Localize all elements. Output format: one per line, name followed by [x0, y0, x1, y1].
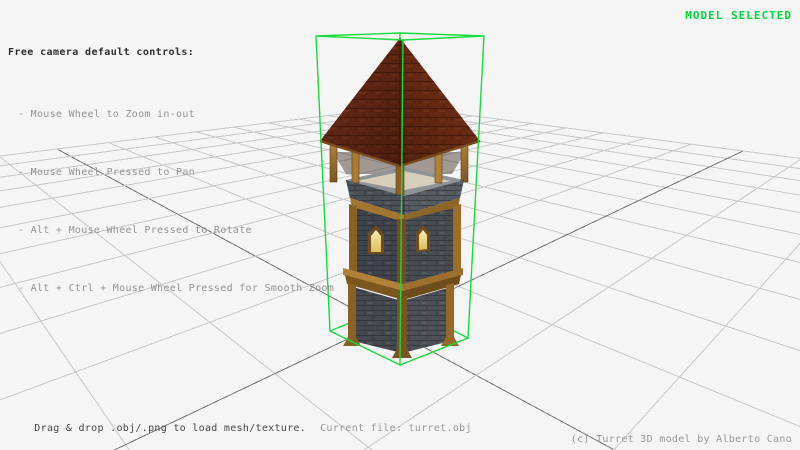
current-file-label: Current file: turret.obj	[320, 423, 472, 434]
footer-hint: Drag & drop .obj/.png to load mesh/textu…	[9, 412, 472, 445]
control-item-rotate: - Alt + Mouse Wheel Pressed to Rotate	[8, 221, 334, 241]
roof	[320, 38, 480, 166]
controls-title: Free camera default controls:	[8, 47, 334, 58]
camera-controls-help: Free camera default controls: - Mouse Wh…	[8, 9, 334, 337]
viewport-3d[interactable]: Free camera default controls: - Mouse Wh…	[0, 0, 800, 450]
status-badge: MODEL SELECTED	[685, 9, 792, 22]
control-item-smooth-zoom: - Alt + Ctrl + Mouse Wheel Pressed for S…	[8, 279, 334, 299]
credit-label: (c) Turret 3D model by Alberto Cano	[571, 434, 792, 445]
selection-edge-right-vertical	[468, 36, 484, 338]
control-item-pan: - Mouse Wheel Pressed to Pan	[8, 163, 334, 183]
control-item-zoom: - Mouse Wheel to Zoom in-out	[8, 105, 334, 125]
drag-drop-hint: Drag & drop .obj/.png to load mesh/textu…	[34, 423, 306, 434]
